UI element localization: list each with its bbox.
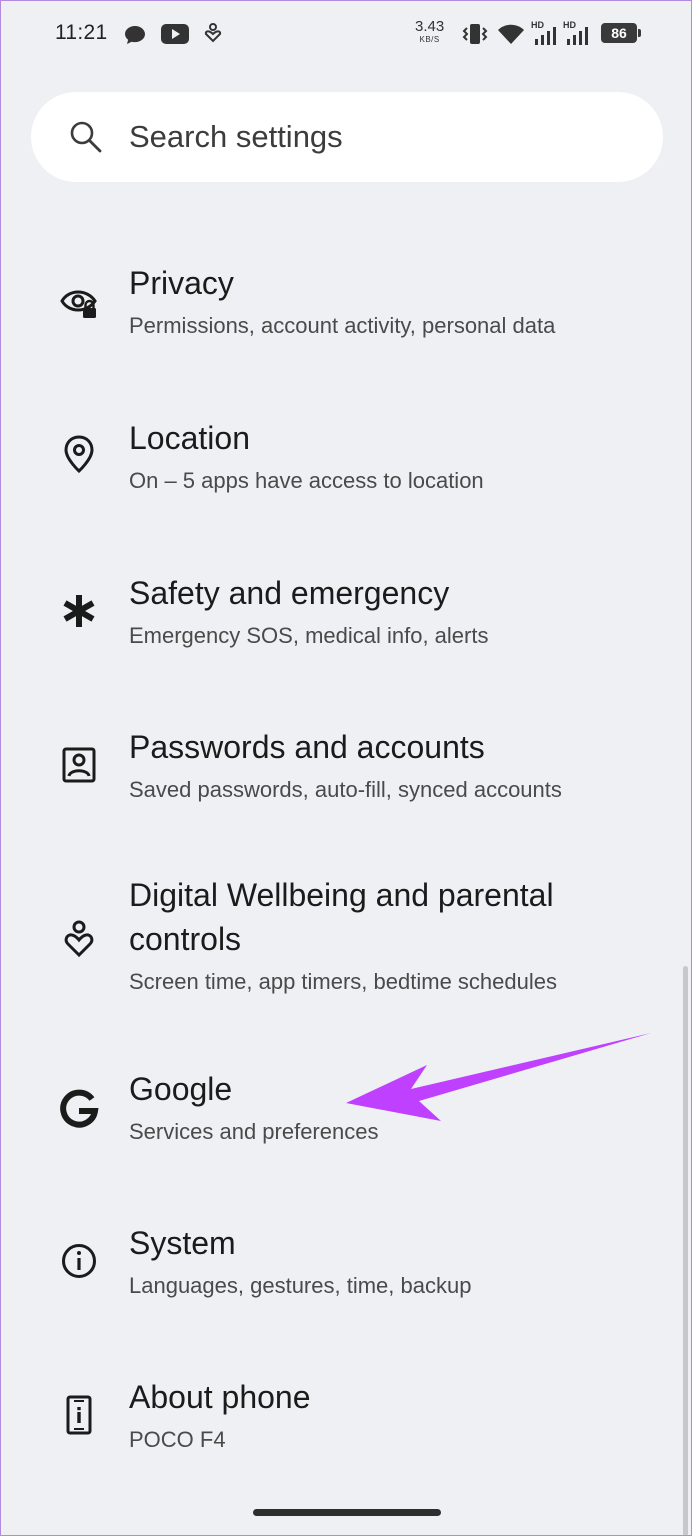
digital-wellbeing-icon <box>204 23 222 43</box>
setting-title: Safety and emergency <box>129 575 450 611</box>
setting-title: Privacy <box>129 265 234 301</box>
setting-subtitle: Languages, gestures, time, backup <box>129 1273 472 1298</box>
hd-signal-icon: HD <box>531 20 556 45</box>
setting-system[interactable]: System Languages, gestures, time, backup <box>1 1213 691 1333</box>
setting-title-line2: controls <box>129 921 242 957</box>
search-placeholder: Search settings <box>129 119 343 154</box>
gesture-nav-handle[interactable] <box>253 1509 441 1516</box>
vibrate-icon <box>462 24 488 44</box>
google-g-icon <box>60 1089 99 1128</box>
svg-text:HD: HD <box>563 20 576 30</box>
setting-subtitle: Screen time, app timers, bedtime schedul… <box>129 969 557 994</box>
setting-title: System <box>129 1225 236 1261</box>
svg-text:HD: HD <box>531 20 544 30</box>
wellbeing-heart-icon <box>64 920 94 958</box>
setting-subtitle: Emergency SOS, medical info, alerts <box>129 623 489 648</box>
phone-info-icon <box>66 1395 92 1435</box>
search-icon <box>70 121 102 153</box>
setting-subtitle: Permissions, account activity, personal … <box>129 313 556 338</box>
scrollbar[interactable] <box>683 966 688 1535</box>
battery-indicator: 86 <box>601 23 637 43</box>
location-pin-icon <box>64 435 94 474</box>
battery-tip <box>638 29 641 37</box>
privacy-eye-lock-icon <box>60 290 97 318</box>
setting-title: Digital Wellbeing and parental <box>129 877 554 913</box>
hd-signal-icon: HD <box>563 20 588 45</box>
settings-screen: 11:21 3.43 KB/S HD HD 86 Search settings… <box>0 0 692 1536</box>
setting-about-phone[interactable]: About phone POCO F4 <box>1 1367 691 1487</box>
network-speed: 3.43 KB/S <box>415 18 445 45</box>
network-speed-unit: KB/S <box>419 35 440 44</box>
chat-bubble-icon <box>125 26 145 44</box>
setting-title: About phone <box>129 1379 311 1415</box>
setting-subtitle: POCO F4 <box>129 1427 226 1452</box>
clock: 11:21 <box>55 21 108 44</box>
search-input[interactable]: Search settings <box>31 92 663 182</box>
setting-digital-wellbeing[interactable]: Digital Wellbeing and parental controls … <box>1 867 691 1017</box>
setting-subtitle: On – 5 apps have access to location <box>129 468 484 493</box>
setting-title: Google <box>129 1071 233 1107</box>
setting-google[interactable]: Google Services and preferences <box>1 1059 691 1179</box>
youtube-icon <box>161 24 189 44</box>
account-box-icon <box>62 747 96 783</box>
setting-passwords-accounts[interactable]: Passwords and accounts Saved passwords, … <box>1 717 691 837</box>
setting-title: Passwords and accounts <box>129 729 485 765</box>
network-speed-value: 3.43 <box>415 18 445 35</box>
setting-title: Location <box>129 420 250 456</box>
asterisk-icon <box>63 595 95 627</box>
setting-location[interactable]: Location On – 5 apps have access to loca… <box>1 408 691 528</box>
setting-subtitle: Services and preferences <box>129 1119 379 1144</box>
info-circle-icon <box>62 1244 96 1278</box>
setting-privacy[interactable]: Privacy Permissions, account activity, p… <box>1 253 691 373</box>
status-bar: 11:21 3.43 KB/S HD HD 86 <box>1 1 691 65</box>
setting-safety-emergency[interactable]: Safety and emergency Emergency SOS, medi… <box>1 563 691 683</box>
wifi-icon <box>498 24 524 44</box>
setting-subtitle: Saved passwords, auto-fill, synced accou… <box>129 777 562 802</box>
